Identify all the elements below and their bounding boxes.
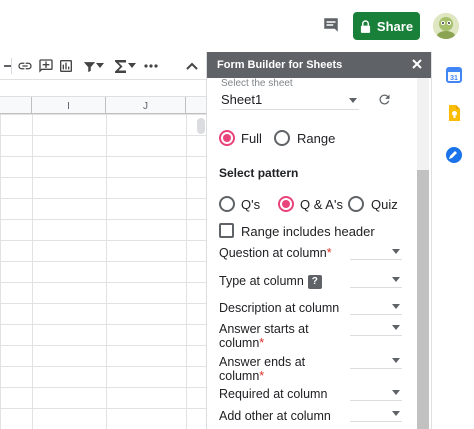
description-column-select[interactable] xyxy=(350,301,402,315)
answer-starts-column-select[interactable] xyxy=(350,322,402,336)
type-column-label: Type at column? xyxy=(219,274,322,289)
user-avatar[interactable] xyxy=(433,13,459,39)
answer-ends-column-select[interactable] xyxy=(350,355,402,369)
column-header-h[interactable] xyxy=(0,97,32,115)
add-other-column-select[interactable] xyxy=(350,408,402,422)
help-icon[interactable]: ? xyxy=(307,274,322,289)
form-builder-sidebar: Form Builder for Sheets Select the sheet… xyxy=(206,52,432,429)
calendar-icon: 31 xyxy=(446,67,462,83)
select-sheet-label: Select the sheet xyxy=(221,78,293,89)
type-column-select[interactable] xyxy=(350,274,402,288)
add-other-column-label: Add other at column xyxy=(219,409,331,423)
sidebar-scrollbar-thumb[interactable] xyxy=(417,170,429,429)
grid-column-line xyxy=(106,114,107,429)
chevron-down-icon xyxy=(392,325,400,330)
grid-column-line xyxy=(32,114,33,429)
range-includes-header-checkbox[interactable] xyxy=(219,223,234,238)
chevron-down-icon xyxy=(392,411,400,416)
more-options-button[interactable] xyxy=(142,57,160,75)
column-header-i[interactable]: I xyxy=(32,97,106,115)
mode-full-label: Full xyxy=(241,131,262,146)
spreadsheet-grid[interactable]: I J xyxy=(0,96,206,429)
tasks-button[interactable] xyxy=(445,146,463,164)
add-comment-icon xyxy=(39,59,53,73)
chevron-down-icon xyxy=(392,277,400,282)
pattern-q-and-as-label: Q & A's xyxy=(300,197,343,212)
avatar-image-icon xyxy=(433,13,459,39)
close-icon xyxy=(412,59,422,69)
filter-dropdown[interactable] xyxy=(95,57,105,75)
description-column-label: Description at column xyxy=(219,301,340,315)
insert-comment-button[interactable] xyxy=(37,57,55,75)
comment-history-button[interactable] xyxy=(320,14,342,36)
sheet-select[interactable]: Sheet1 xyxy=(221,90,359,110)
keep-icon xyxy=(449,105,460,121)
lock-icon xyxy=(360,19,371,33)
svg-text:31: 31 xyxy=(450,75,458,82)
chevron-down-icon xyxy=(349,98,357,103)
sheet-select-value: Sheet1 xyxy=(221,92,263,107)
pattern-quiz-radio[interactable] xyxy=(348,196,364,212)
required-column-label: Required at column xyxy=(219,387,328,401)
keep-button[interactable] xyxy=(445,104,463,122)
sidebar-header: Form Builder for Sheets xyxy=(207,52,432,78)
pattern-q-and-as-radio[interactable] xyxy=(278,196,294,212)
link-icon xyxy=(18,62,32,70)
tasks-icon xyxy=(446,147,462,163)
required-column-select[interactable] xyxy=(350,387,402,401)
pattern-qs-radio[interactable] xyxy=(219,196,235,212)
insert-chart-button[interactable] xyxy=(57,57,75,75)
toolbar-divider xyxy=(11,58,12,74)
collapse-toolbar-button[interactable] xyxy=(183,57,201,75)
column-header-k[interactable] xyxy=(186,97,206,115)
calendar-button[interactable]: 31 xyxy=(445,66,463,84)
column-header-j[interactable]: J xyxy=(106,97,186,115)
formatting-toolbar xyxy=(0,52,206,80)
grid-column-line xyxy=(186,114,187,429)
mode-range-radio[interactable] xyxy=(274,130,290,146)
question-column-select[interactable] xyxy=(350,246,402,260)
question-column-label: Question at column* xyxy=(219,246,332,260)
insert-link-button[interactable] xyxy=(16,57,34,75)
mode-range-label: Range xyxy=(297,131,336,146)
column-header-row: I J xyxy=(0,96,206,115)
grid-scrollbar-thumb[interactable] xyxy=(197,118,205,134)
select-pattern-title: Select pattern xyxy=(219,166,299,180)
caret-down-icon xyxy=(96,63,104,68)
pattern-quiz-label: Quiz xyxy=(371,197,398,212)
comment-icon xyxy=(324,18,338,32)
chart-icon xyxy=(60,60,72,72)
top-bar: Share xyxy=(0,0,474,50)
pattern-qs-label: Q's xyxy=(241,197,261,212)
chevron-down-icon xyxy=(392,249,400,254)
side-panel-rail: 31 xyxy=(431,52,474,429)
share-button[interactable]: Share xyxy=(353,12,420,40)
chevron-down-icon xyxy=(392,390,400,395)
sidebar-title: Form Builder for Sheets xyxy=(217,59,343,71)
range-includes-header-label: Range includes header xyxy=(241,224,375,239)
chevron-down-icon xyxy=(392,304,400,309)
share-button-label: Share xyxy=(376,18,414,34)
grid-cells[interactable] xyxy=(0,114,206,429)
refresh-button[interactable] xyxy=(375,90,393,108)
app-root: Share I J Form Builder for Sheets Select… xyxy=(0,0,474,429)
chevron-up-icon xyxy=(186,62,198,70)
refresh-icon xyxy=(378,93,389,104)
answer-starts-column-label: Answer starts at column* xyxy=(219,322,309,350)
functions-dropdown[interactable] xyxy=(127,57,137,75)
more-horizontal-icon xyxy=(144,64,158,68)
close-sidebar-button[interactable] xyxy=(410,57,424,71)
caret-down-icon xyxy=(128,63,136,68)
chevron-down-icon xyxy=(392,358,400,363)
mode-full-radio[interactable] xyxy=(219,130,235,146)
dash-icon xyxy=(4,65,12,67)
answer-ends-column-label: Answer ends at column* xyxy=(219,355,306,383)
sigma-icon xyxy=(115,59,126,73)
